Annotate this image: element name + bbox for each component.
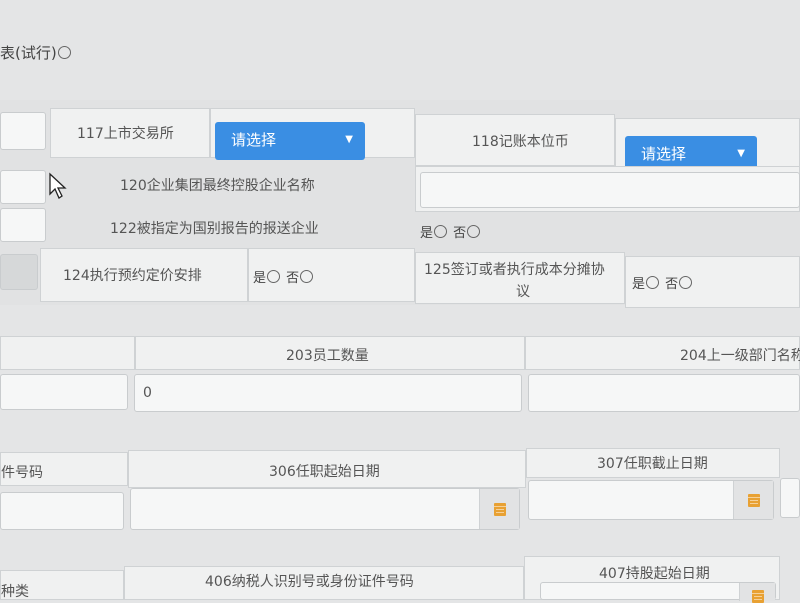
start-date-calendar-button[interactable] [479, 489, 519, 529]
row202-input[interactable] [0, 374, 128, 410]
row407-label: 407持股起始日期 [599, 566, 710, 582]
row122-radio-group: 是 否 [420, 222, 482, 241]
mouse-cursor-icon [49, 172, 67, 199]
row203-label: 203员工数量 [286, 348, 369, 364]
row307-label: 307任职截止日期 [597, 456, 708, 472]
radio-icon[interactable] [57, 46, 71, 59]
row125-radio-group: 是 否 [632, 273, 694, 292]
header-prefix: 表 [0, 44, 16, 62]
row405-header-cell: 种类 [0, 570, 124, 600]
calendar-icon [747, 494, 760, 507]
row117-label: 117上市交易所 [77, 126, 174, 142]
employee-count-input[interactable]: 0 [134, 374, 522, 412]
radio-icon[interactable] [267, 270, 281, 283]
calendar-icon [751, 590, 764, 603]
exchange-select[interactable]: 请选择 ▼ [215, 122, 365, 160]
row120-input[interactable] [420, 172, 800, 208]
row202-header-cell [0, 336, 135, 370]
row204-header-cell: 204上一级部门名称 [525, 336, 800, 370]
end-date-input[interactable] [528, 480, 774, 520]
parent-dept-input[interactable] [528, 374, 800, 412]
radio-icon[interactable] [679, 276, 693, 289]
row125-label-line1: 125签订或者执行成本分摊协 [424, 262, 605, 278]
row124-radio-cell: 是 否 [248, 248, 415, 302]
row307-header-cell: 307任职截止日期 [526, 448, 780, 478]
row118-label: 118记账本位币 [472, 134, 569, 150]
row204-label: 204上一级部门名称 [680, 348, 800, 364]
row305-label: 件号码 [1, 465, 43, 481]
row116-input[interactable] [0, 112, 46, 150]
row306-label: 306任职起始日期 [269, 464, 380, 480]
start-date-input[interactable] [130, 488, 520, 530]
row121-input[interactable] [0, 208, 46, 242]
row124-label-cell: 124执行预约定价安排 [40, 248, 248, 302]
header-title: 表(试行) [0, 42, 73, 63]
hold-date-calendar-button[interactable] [739, 583, 775, 603]
end-date-calendar-button[interactable] [733, 481, 773, 519]
calendar-icon [493, 503, 506, 516]
row305-input[interactable] [0, 492, 124, 530]
row305-header-cell: 件号码 [0, 452, 128, 486]
radio-icon[interactable] [434, 225, 448, 238]
radio-icon[interactable] [646, 276, 660, 289]
row203-header-cell: 203员工数量 [135, 336, 525, 370]
row125-label-cell: 125签订或者执行成本分摊协 议 [415, 252, 625, 304]
row124-label: 124执行预约定价安排 [63, 268, 202, 284]
row124-radio-group: 是 否 [253, 267, 315, 286]
employee-count-value: 0 [143, 385, 152, 401]
row405-label: 种类 [1, 584, 29, 600]
row308-input[interactable] [780, 478, 800, 518]
radio-icon[interactable] [300, 270, 314, 283]
row118-label-cell: 118记账本位币 [415, 114, 615, 166]
row123-input[interactable] [0, 254, 38, 290]
row125-radio-cell: 是 否 [625, 256, 800, 308]
row306-header-cell: 306任职起始日期 [128, 450, 526, 488]
row120-label: 120企业集团最终控股企业名称 [120, 178, 315, 194]
caret-down-icon: ▼ [345, 134, 353, 145]
row125-label-line2: 议 [516, 284, 530, 300]
row406-header-cell: 406纳税人识别号或身份证件号码 [124, 566, 524, 600]
radio-icon[interactable] [467, 225, 481, 238]
row406-label: 406纳税人识别号或身份证件号码 [205, 574, 414, 590]
row122-label: 122被指定为国别报告的报送企业 [110, 221, 319, 237]
row407-input[interactable] [540, 582, 776, 603]
row117-label-cell: 117上市交易所 [50, 108, 210, 158]
